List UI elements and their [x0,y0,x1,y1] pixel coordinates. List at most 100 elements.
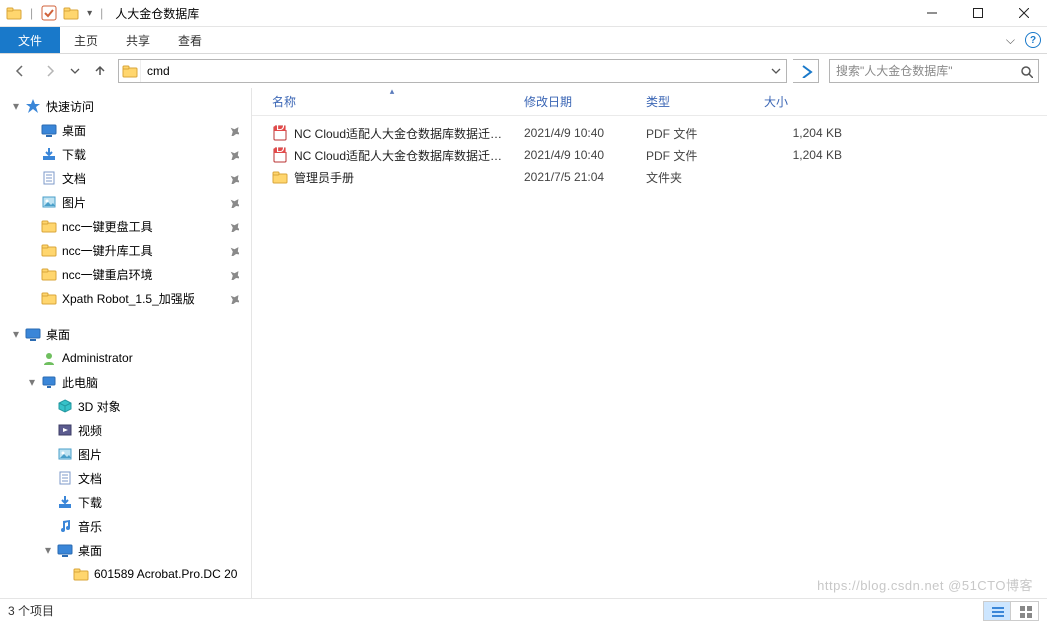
go-button[interactable] [793,59,819,83]
tree-item-label: 下载 [62,146,227,163]
tree-item-label: ncc一键重启环境 [62,266,227,283]
tree-item[interactable]: 视频 [0,418,251,442]
tab-view[interactable]: 查看 [164,27,216,53]
tree-item[interactable]: Xpath Robot_1.5_加强版 [0,286,251,310]
tree-item[interactable]: 文档 [0,466,251,490]
tree-item-label: 文档 [78,470,251,487]
pc-icon [40,373,58,391]
search-box[interactable] [829,59,1039,83]
tree-item[interactable]: Administrator [0,346,251,370]
tree-item[interactable]: 601589 Acrobat.Pro.DC 20 [0,562,251,586]
file-date: 2021/4/9 10:40 [518,148,640,162]
folder-icon [72,565,90,583]
tree-item[interactable]: 3D 对象 [0,394,251,418]
tree-item[interactable]: ncc一键升库工具 [0,238,251,262]
expander-icon[interactable]: ▾ [8,327,24,341]
pin-icon [227,172,245,184]
back-button[interactable] [8,59,32,83]
tree-item[interactable]: ncc一键更盘工具 [0,214,251,238]
file-name: NC Cloud适配人大金仓数据库数据迁移... [294,147,512,164]
ribbon-collapse-icon[interactable]: ⌵ [1006,33,1015,48]
search-input[interactable] [830,64,1014,78]
view-details-button[interactable] [983,601,1011,621]
search-icon[interactable] [1014,64,1038,78]
qat-dropdown-icon[interactable]: ▾ [87,8,92,19]
folder-icon [40,289,58,307]
qat-check-icon[interactable] [41,5,57,21]
tree-item-label: 3D 对象 [78,398,251,415]
qat-folder-icon[interactable] [63,5,79,21]
pin-icon [227,196,245,208]
tree-item[interactable]: ncc一键重启环境 [0,262,251,286]
window-controls [909,0,1047,27]
help-icon[interactable]: ? [1025,32,1041,48]
pin-icon [227,124,245,136]
tree-item[interactable]: 图片 [0,442,251,466]
address-folder-icon[interactable] [119,60,141,82]
column-headers: 名称 ▴ 修改日期 类型 大小 [252,88,1047,116]
pdf-icon [272,125,288,141]
tab-share[interactable]: 共享 [112,27,164,53]
address-dropdown-icon[interactable] [766,60,786,82]
folder-icon [40,265,58,283]
tree-item[interactable]: 文档 [0,166,251,190]
up-button[interactable] [88,59,112,83]
pictures-icon [40,193,58,211]
tree-item-label: 文档 [62,170,227,187]
pin-icon [227,292,245,304]
column-type[interactable]: 类型 [640,88,758,115]
tree-item-label: 视频 [78,422,251,439]
tree-item-label: 图片 [78,446,251,463]
downloads-icon [40,145,58,163]
separator: | [30,6,33,20]
file-row[interactable]: 管理员手册 2021/7/5 21:04 文件夹 [266,166,1047,188]
tree-item-label: ncc一键更盘工具 [62,218,227,235]
column-name-label: 名称 [272,93,296,110]
column-size-label: 大小 [764,93,788,110]
music-icon [56,517,74,535]
pin-icon [227,268,245,280]
address-bar[interactable] [118,59,787,83]
file-row[interactable]: NC Cloud适配人大金仓数据库数据迁移... 2021/4/9 10:40 … [266,144,1047,166]
tree-item[interactable]: ▾ 桌面 [0,538,251,562]
column-date-label: 修改日期 [524,93,572,110]
sidebar[interactable]: ▾ 快速访问 桌面 下载 文档 图片 ncc一键更盘工具 ncc一键升库工具 [0,88,252,598]
quick-icon [24,97,42,115]
file-size: 1,204 KB [758,126,848,140]
tab-home[interactable]: 主页 [60,27,112,53]
view-thumbnails-button[interactable] [1011,601,1039,621]
tree-item[interactable]: ▾ 桌面 [0,322,251,346]
column-size[interactable]: 大小 [758,88,848,115]
maximize-button[interactable] [955,0,1001,27]
tab-file[interactable]: 文件 [0,27,60,53]
tree-item[interactable]: 下载 [0,142,251,166]
file-date: 2021/4/9 10:40 [518,126,640,140]
minimize-button[interactable] [909,0,955,27]
tree-item[interactable]: 图片 [0,190,251,214]
file-row[interactable]: NC Cloud适配人大金仓数据库数据迁移... 2021/4/9 10:40 … [266,122,1047,144]
expander-icon[interactable]: ▾ [24,375,40,389]
expander-icon[interactable]: ▾ [40,543,56,557]
forward-button[interactable] [38,59,62,83]
folder-icon [40,241,58,259]
downloads-icon [56,493,74,511]
tree-item[interactable]: 音乐 [0,514,251,538]
column-date[interactable]: 修改日期 [518,88,640,115]
tree-item-label: 音乐 [78,518,251,535]
expander-icon[interactable]: ▾ [8,99,24,113]
file-type: 文件夹 [640,169,758,186]
column-name[interactable]: 名称 ▴ [266,88,518,115]
tree-item-label: ncc一键升库工具 [62,242,227,259]
tree-item[interactable]: 下载 [0,490,251,514]
tree-item[interactable]: 桌面 [0,118,251,142]
documents-icon [56,469,74,487]
file-type: PDF 文件 [640,125,758,142]
address-input[interactable] [141,60,766,82]
history-dropdown-icon[interactable] [68,59,82,83]
tree-item-label: 图片 [62,194,227,211]
close-button[interactable] [1001,0,1047,27]
navigation-row [0,54,1047,88]
file-list[interactable]: NC Cloud适配人大金仓数据库数据迁移... 2021/4/9 10:40 … [252,116,1047,188]
tree-item[interactable]: ▾ 快速访问 [0,94,251,118]
tree-item[interactable]: ▾ 此电脑 [0,370,251,394]
